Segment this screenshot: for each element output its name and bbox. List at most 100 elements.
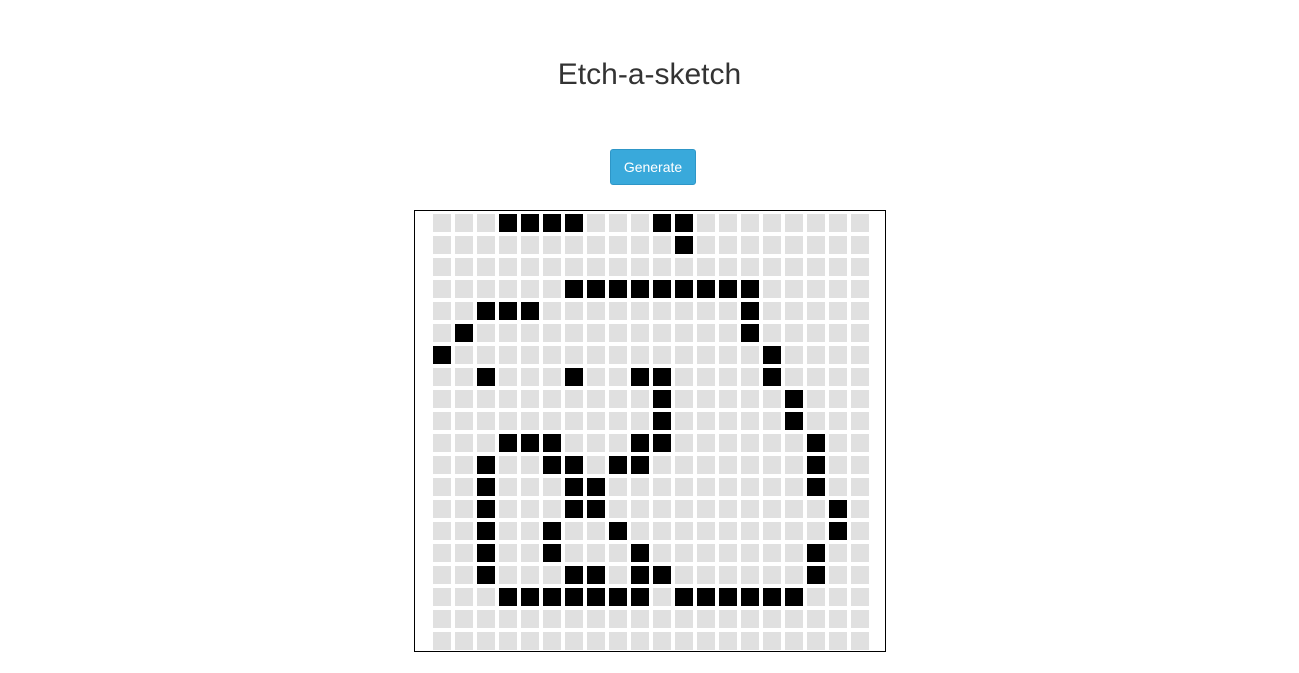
grid-cell[interactable] (785, 390, 803, 408)
grid-cell[interactable] (763, 280, 781, 298)
grid-cell[interactable] (477, 522, 495, 540)
grid-cell[interactable] (851, 346, 869, 364)
grid-cell[interactable] (851, 478, 869, 496)
grid-cell[interactable] (521, 258, 539, 276)
grid-cell[interactable] (477, 346, 495, 364)
grid-cell[interactable] (807, 632, 825, 650)
grid-cell[interactable] (653, 500, 671, 518)
grid-cell[interactable] (587, 500, 605, 518)
grid-cell[interactable] (609, 478, 627, 496)
grid-cell[interactable] (807, 214, 825, 232)
grid-cell[interactable] (631, 368, 649, 386)
grid-cell[interactable] (675, 610, 693, 628)
grid-cell[interactable] (543, 478, 561, 496)
grid-cell[interactable] (675, 434, 693, 452)
grid-cell[interactable] (675, 258, 693, 276)
grid-cell[interactable] (565, 544, 583, 562)
grid-cell[interactable] (565, 522, 583, 540)
grid-cell[interactable] (631, 478, 649, 496)
grid-cell[interactable] (807, 434, 825, 452)
grid-cell[interactable] (433, 280, 451, 298)
grid-cell[interactable] (521, 434, 539, 452)
grid-cell[interactable] (829, 478, 847, 496)
grid-cell[interactable] (631, 412, 649, 430)
grid-cell[interactable] (697, 610, 715, 628)
grid-cell[interactable] (455, 390, 473, 408)
grid-cell[interactable] (807, 588, 825, 606)
grid-cell[interactable] (741, 566, 759, 584)
grid-cell[interactable] (829, 610, 847, 628)
grid-cell[interactable] (697, 412, 715, 430)
grid-cell[interactable] (697, 522, 715, 540)
grid-cell[interactable] (543, 236, 561, 254)
grid-cell[interactable] (719, 412, 737, 430)
grid-cell[interactable] (785, 412, 803, 430)
grid-cell[interactable] (653, 434, 671, 452)
grid-cell[interactable] (455, 324, 473, 342)
grid-cell[interactable] (587, 368, 605, 386)
grid-cell[interactable] (741, 632, 759, 650)
grid-cell[interactable] (851, 280, 869, 298)
grid-cell[interactable] (697, 588, 715, 606)
grid-cell[interactable] (675, 346, 693, 364)
grid-cell[interactable] (609, 280, 627, 298)
grid-cell[interactable] (763, 412, 781, 430)
grid-cell[interactable] (565, 258, 583, 276)
grid-cell[interactable] (653, 258, 671, 276)
grid-cell[interactable] (741, 346, 759, 364)
grid-cell[interactable] (455, 368, 473, 386)
grid-cell[interactable] (675, 368, 693, 386)
grid-cell[interactable] (675, 566, 693, 584)
grid-cell[interactable] (543, 280, 561, 298)
grid-cell[interactable] (499, 302, 517, 320)
grid-cell[interactable] (499, 610, 517, 628)
grid-cell[interactable] (565, 632, 583, 650)
grid-cell[interactable] (653, 346, 671, 364)
grid-cell[interactable] (741, 610, 759, 628)
grid-cell[interactable] (521, 610, 539, 628)
grid-cell[interactable] (587, 324, 605, 342)
grid-cell[interactable] (499, 544, 517, 562)
grid-cell[interactable] (543, 610, 561, 628)
grid-cell[interactable] (653, 588, 671, 606)
grid-cell[interactable] (521, 390, 539, 408)
grid-cell[interactable] (609, 588, 627, 606)
grid-cell[interactable] (499, 236, 517, 254)
grid-cell[interactable] (543, 434, 561, 452)
grid-cell[interactable] (499, 456, 517, 474)
grid-cell[interactable] (521, 500, 539, 518)
grid-cell[interactable] (587, 522, 605, 540)
grid-cell[interactable] (785, 588, 803, 606)
grid-cell[interactable] (543, 302, 561, 320)
grid-cell[interactable] (807, 412, 825, 430)
grid-cell[interactable] (741, 588, 759, 606)
grid-cell[interactable] (829, 632, 847, 650)
grid-cell[interactable] (587, 302, 605, 320)
grid-cell[interactable] (763, 302, 781, 320)
grid-cell[interactable] (719, 522, 737, 540)
grid-cell[interactable] (675, 412, 693, 430)
grid-cell[interactable] (741, 522, 759, 540)
grid-cell[interactable] (763, 544, 781, 562)
grid-cell[interactable] (829, 456, 847, 474)
grid-cell[interactable] (807, 544, 825, 562)
grid-cell[interactable] (807, 456, 825, 474)
grid-cell[interactable] (653, 324, 671, 342)
grid-cell[interactable] (741, 258, 759, 276)
grid-cell[interactable] (653, 478, 671, 496)
grid-cell[interactable] (565, 610, 583, 628)
grid-cell[interactable] (521, 346, 539, 364)
grid-cell[interactable] (521, 302, 539, 320)
grid-cell[interactable] (477, 588, 495, 606)
grid-cell[interactable] (565, 500, 583, 518)
grid-cell[interactable] (741, 434, 759, 452)
grid-cell[interactable] (851, 522, 869, 540)
grid-cell[interactable] (675, 500, 693, 518)
grid-cell[interactable] (455, 280, 473, 298)
grid-cell[interactable] (851, 456, 869, 474)
grid-cell[interactable] (587, 544, 605, 562)
grid-cell[interactable] (521, 214, 539, 232)
grid-cell[interactable] (829, 544, 847, 562)
grid-cell[interactable] (829, 280, 847, 298)
grid-cell[interactable] (719, 434, 737, 452)
